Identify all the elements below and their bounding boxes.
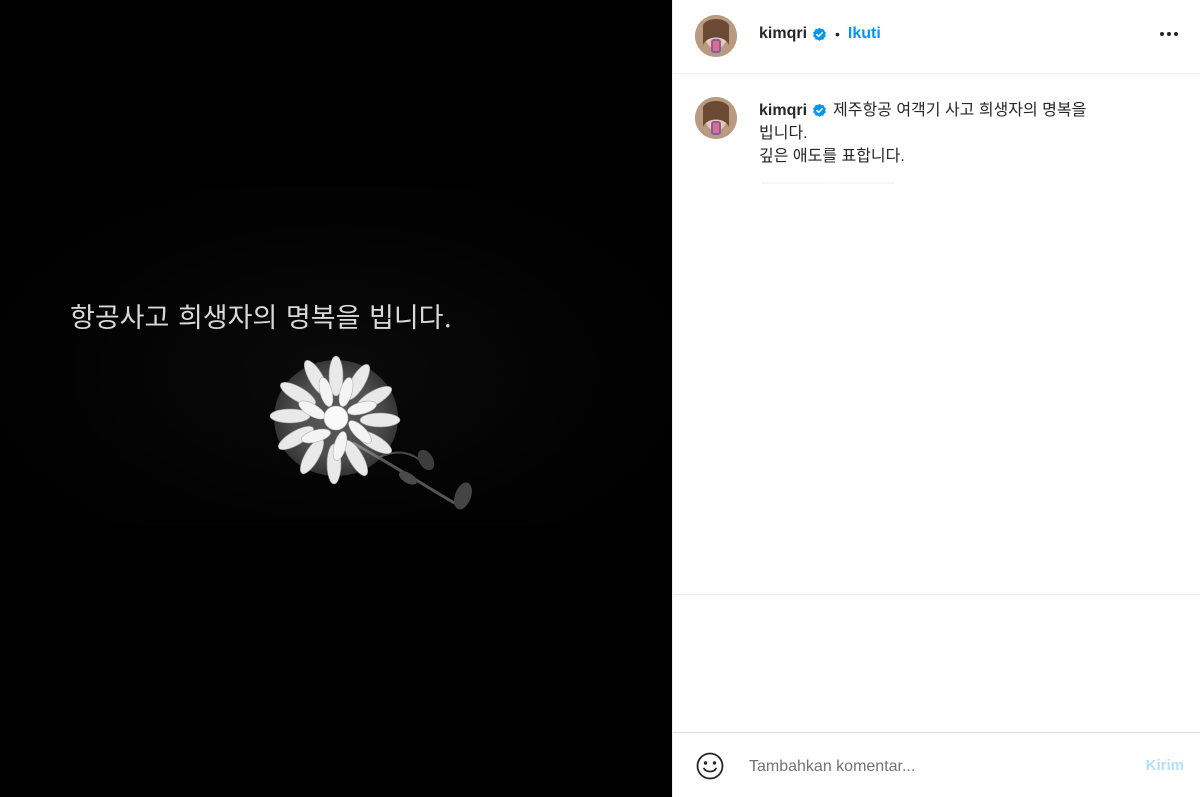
comment-input[interactable] bbox=[747, 753, 1131, 781]
separator-dot: • bbox=[835, 26, 840, 42]
verified-badge-icon bbox=[813, 27, 826, 41]
caption-avatar[interactable] bbox=[695, 97, 737, 139]
loading-placeholder bbox=[761, 182, 895, 184]
verified-badge-icon bbox=[813, 104, 826, 118]
smiley-icon[interactable] bbox=[695, 751, 725, 781]
post-modal: 항공사고 희생자의 명복을 빕니다. kimqri • Ikuti kimqri… bbox=[0, 0, 1200, 797]
caption-first-line: kimqri 제주항공 여객기 사고 희생자의 명복을 bbox=[759, 99, 1169, 122]
more-horizontal-icon bbox=[1160, 32, 1178, 36]
follow-button[interactable]: Ikuti bbox=[848, 25, 881, 43]
post-comment-button[interactable]: Kirim bbox=[1146, 757, 1184, 774]
caption-text-line-1: 제주항공 여객기 사고 희생자의 명복을 bbox=[833, 102, 1087, 119]
chrysanthemum-image bbox=[269, 355, 472, 510]
more-options-button[interactable] bbox=[1157, 22, 1181, 46]
header-user-info: kimqri • Ikuti bbox=[759, 25, 881, 43]
post-side-panel: kimqri • Ikuti kimqri 제주항공 여객기 사고 희생자의 명… bbox=[672, 0, 1200, 797]
post-media: 항공사고 희생자의 명복을 빕니다. bbox=[0, 0, 672, 797]
post-actions-area bbox=[673, 594, 1200, 732]
post-caption: kimqri 제주항공 여객기 사고 희생자의 명복을 빕니다. 깊은 애도를 … bbox=[759, 99, 1169, 168]
add-comment-bar: Kirim bbox=[673, 732, 1200, 797]
post-header: kimqri • Ikuti bbox=[673, 0, 1200, 74]
profile-photo bbox=[695, 97, 737, 139]
caption-text-line-3: 깊은 애도를 표합니다. bbox=[759, 148, 905, 165]
username-link[interactable]: kimqri bbox=[759, 25, 807, 43]
image-text: 항공사고 희생자의 명복을 빕니다. bbox=[70, 303, 453, 334]
avatar[interactable] bbox=[695, 15, 737, 57]
caption-username-link[interactable]: kimqri bbox=[759, 102, 807, 119]
comments-section: kimqri 제주항공 여객기 사고 희생자의 명복을 빕니다. 깊은 애도를 … bbox=[673, 74, 1200, 594]
caption-text-line-2: 빕니다. bbox=[759, 125, 808, 142]
profile-photo bbox=[695, 15, 737, 57]
